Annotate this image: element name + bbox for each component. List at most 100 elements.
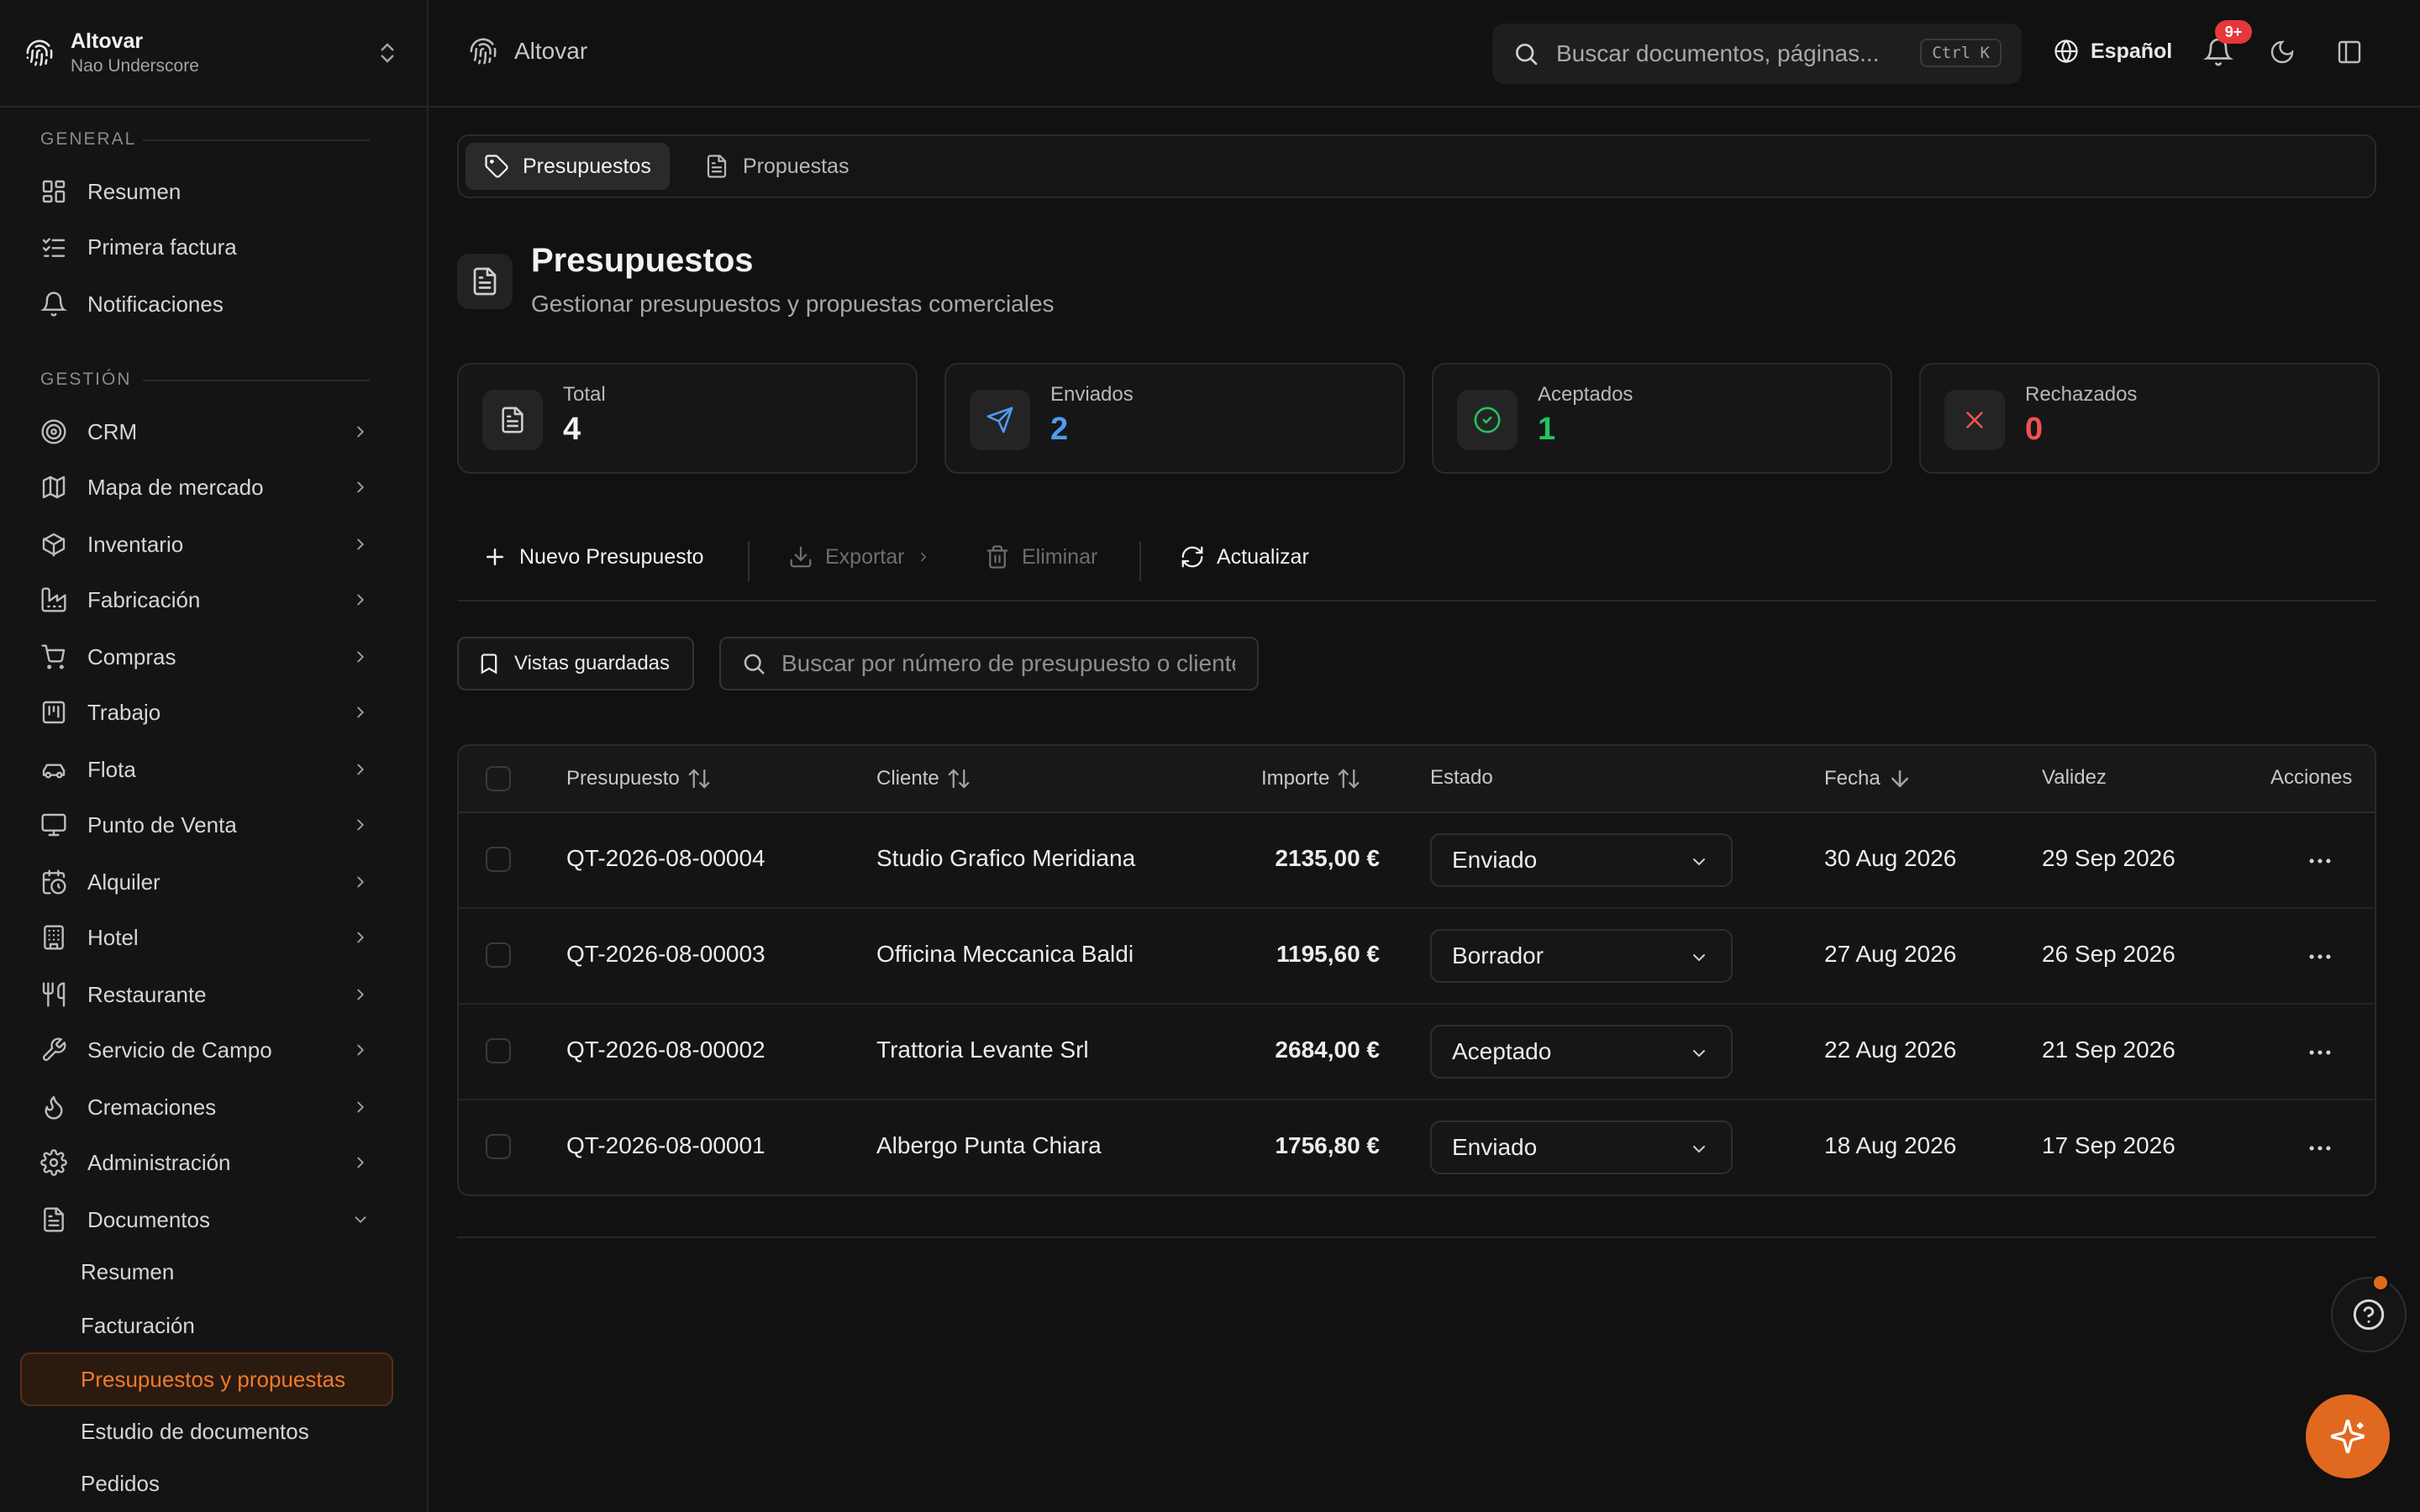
sort-icon (688, 769, 710, 789)
table-row[interactable]: QT-2026-08-00002 Trattoria Levante Srl 268… (459, 1005, 2375, 1100)
status-select[interactable]: Enviado (1430, 1121, 1733, 1174)
breadcrumb[interactable]: Altovar (469, 37, 587, 66)
breadcrumb-label: Altovar (514, 38, 588, 64)
saved-views-button[interactable]: Vistas guardadas (457, 637, 694, 690)
checklist-icon (42, 238, 66, 257)
sidebar-item-fabricacion[interactable]: Fabricación (40, 576, 370, 623)
quotes-table: Presupuesto Cliente Importe Estado Fecha… (457, 744, 2376, 1196)
sidebar-item-restaurante[interactable]: Restaurante (40, 971, 370, 1018)
section-general: GENERAL (40, 129, 137, 149)
sort-icon (1339, 769, 1360, 789)
tab-label: Propuestas (743, 154, 850, 178)
refresh-button[interactable]: Actualizar (1180, 544, 1309, 570)
global-search[interactable]: Buscar documentos, páginas... Ctrl K (1492, 24, 2022, 84)
sidebar-item-label: CRM (87, 418, 138, 444)
cell-validity: 26 Sep 2026 (2042, 941, 2175, 967)
language-label: Español (2091, 39, 2173, 63)
table-row[interactable]: QT-2026-08-00003 Officina Meccanica Baldi… (459, 909, 2375, 1005)
sidebar-item-trabajo[interactable]: Trabajo (40, 689, 370, 736)
sidebar-subitem-pedidos[interactable]: Pedidos (81, 1467, 160, 1500)
sidebar-item-documentos[interactable]: Documentos (40, 1196, 370, 1243)
more-actions-icon[interactable] (2306, 1038, 2334, 1067)
map-icon (42, 475, 66, 499)
row-checkbox[interactable] (486, 1134, 511, 1159)
calendar-clock-icon (42, 869, 66, 895)
sidebar-subitem-presupuestos-active[interactable]: Presupuestos y propuestas (20, 1352, 393, 1406)
sidebar-item-crm[interactable]: CRM (40, 408, 370, 455)
tab-bar: Presupuestos Propuestas (457, 134, 2376, 198)
cell-client: Officina Meccanica Baldi (876, 941, 1134, 967)
sidebar-item-mapa-de-mercado[interactable]: Mapa de mercado (40, 464, 370, 511)
chevron-right-icon (357, 819, 365, 831)
tab-propuestas[interactable]: Propuestas (686, 143, 867, 190)
status-select[interactable]: Borrador (1430, 929, 1733, 983)
ai-assistant-button[interactable] (2306, 1394, 2390, 1478)
row-checkbox[interactable] (486, 1038, 511, 1063)
row-checkbox[interactable] (486, 847, 511, 872)
table-row[interactable]: QT-2026-08-00001 Albergo Punta Chiara 1756… (459, 1100, 2375, 1194)
sidebar-item-label: Resumen (87, 178, 182, 204)
cell-quote-number[interactable]: QT-2026-08-00001 (566, 1132, 765, 1159)
more-actions-icon[interactable] (2306, 942, 2334, 971)
more-actions-icon[interactable] (2306, 1134, 2334, 1163)
sidebar-item-hotel[interactable]: Hotel (40, 914, 370, 961)
sidebar-item-flota[interactable]: Flota (40, 746, 370, 793)
chevron-down-icon (355, 1216, 366, 1224)
column-header-client[interactable]: Cliente (876, 766, 971, 791)
sidebar-item-cremaciones[interactable]: Cremaciones (40, 1084, 370, 1131)
org-switcher[interactable]: Altovar Nao Underscore (0, 0, 427, 108)
sidebar-item-resumen[interactable]: Resumen (40, 168, 370, 215)
export-button[interactable]: Exportar (788, 544, 931, 570)
new-quote-button[interactable]: Nuevo Presupuesto (482, 544, 704, 570)
stat-icon-box (482, 390, 543, 450)
panel-toggle-icon[interactable] (2336, 39, 2363, 66)
select-all-checkbox[interactable] (486, 766, 511, 791)
search-icon (1516, 44, 1538, 66)
main-content: Altovar Buscar documentos, páginas... Ct… (429, 0, 2420, 1512)
stat-icon-box (1457, 390, 1518, 450)
help-button[interactable] (2331, 1277, 2407, 1352)
chevron-down-icon (1693, 858, 1705, 866)
sidebar-item-notificaciones[interactable]: Notificaciones (40, 281, 370, 328)
cell-quote-number[interactable]: QT-2026-08-00004 (566, 845, 765, 872)
sidebar-item-primera-factura[interactable]: Primera factura (40, 223, 370, 270)
cell-quote-number[interactable]: QT-2026-08-00003 (566, 941, 765, 968)
stat-value: 4 (563, 412, 581, 447)
sidebar-item-inventario[interactable]: Inventario (40, 521, 370, 568)
moon-icon[interactable] (2269, 39, 2296, 66)
row-checkbox[interactable] (486, 942, 511, 968)
column-header-status: Estado (1430, 766, 1493, 790)
sidebar-item-administracion[interactable]: Administración (40, 1139, 370, 1186)
factory-icon (41, 587, 66, 612)
sidebar-subitem-facturacion[interactable]: Facturación (81, 1309, 195, 1342)
more-actions-icon[interactable] (2306, 847, 2334, 875)
sidebar-item-punto-de-venta[interactable]: Punto de Venta (40, 801, 370, 848)
sidebar-item-label: Restaurante (87, 981, 207, 1007)
chevron-right-icon (357, 932, 365, 943)
chevron-right-icon (357, 706, 365, 718)
page-subtitle: Gestionar presupuestos y propuestas come… (531, 291, 1055, 317)
tab-presupuestos[interactable]: Presupuestos (466, 143, 670, 190)
table-search-input[interactable] (781, 650, 1235, 677)
stat-label: Enviados (1050, 383, 1134, 406)
sidebar-subitem-resumen[interactable]: Resumen (81, 1255, 174, 1289)
column-header-quote[interactable]: Presupuesto (566, 766, 712, 791)
globe-icon (2054, 39, 2078, 64)
sidebar-subitem-estudio[interactable]: Estudio de documentos (81, 1415, 309, 1448)
sidebar-item-alquiler[interactable]: Alquiler (40, 858, 370, 906)
status-select[interactable]: Enviado (1430, 833, 1733, 887)
sidebar-item-servicio-de-campo[interactable]: Servicio de Campo (40, 1026, 370, 1074)
status-select[interactable]: Aceptado (1430, 1025, 1733, 1079)
column-header-amount[interactable]: Importe (1261, 766, 1361, 791)
column-label: Fecha (1824, 767, 1881, 790)
language-selector[interactable]: Español (2054, 39, 2172, 64)
delete-button[interactable]: Eliminar (985, 544, 1097, 570)
org-user: Nao Underscore (71, 56, 199, 76)
table-row[interactable]: QT-2026-08-00004 Studio Grafico Meridiana… (459, 813, 2375, 909)
stat-label: Rechazados (2025, 383, 2138, 406)
cell-quote-number[interactable]: QT-2026-08-00002 (566, 1037, 765, 1063)
sidebar-item-compras[interactable]: Compras (40, 633, 370, 680)
column-header-date[interactable]: Fecha (1824, 766, 1912, 791)
toolbar-divider (1139, 541, 1141, 581)
cell-date: 30 Aug 2026 (1824, 845, 1957, 871)
